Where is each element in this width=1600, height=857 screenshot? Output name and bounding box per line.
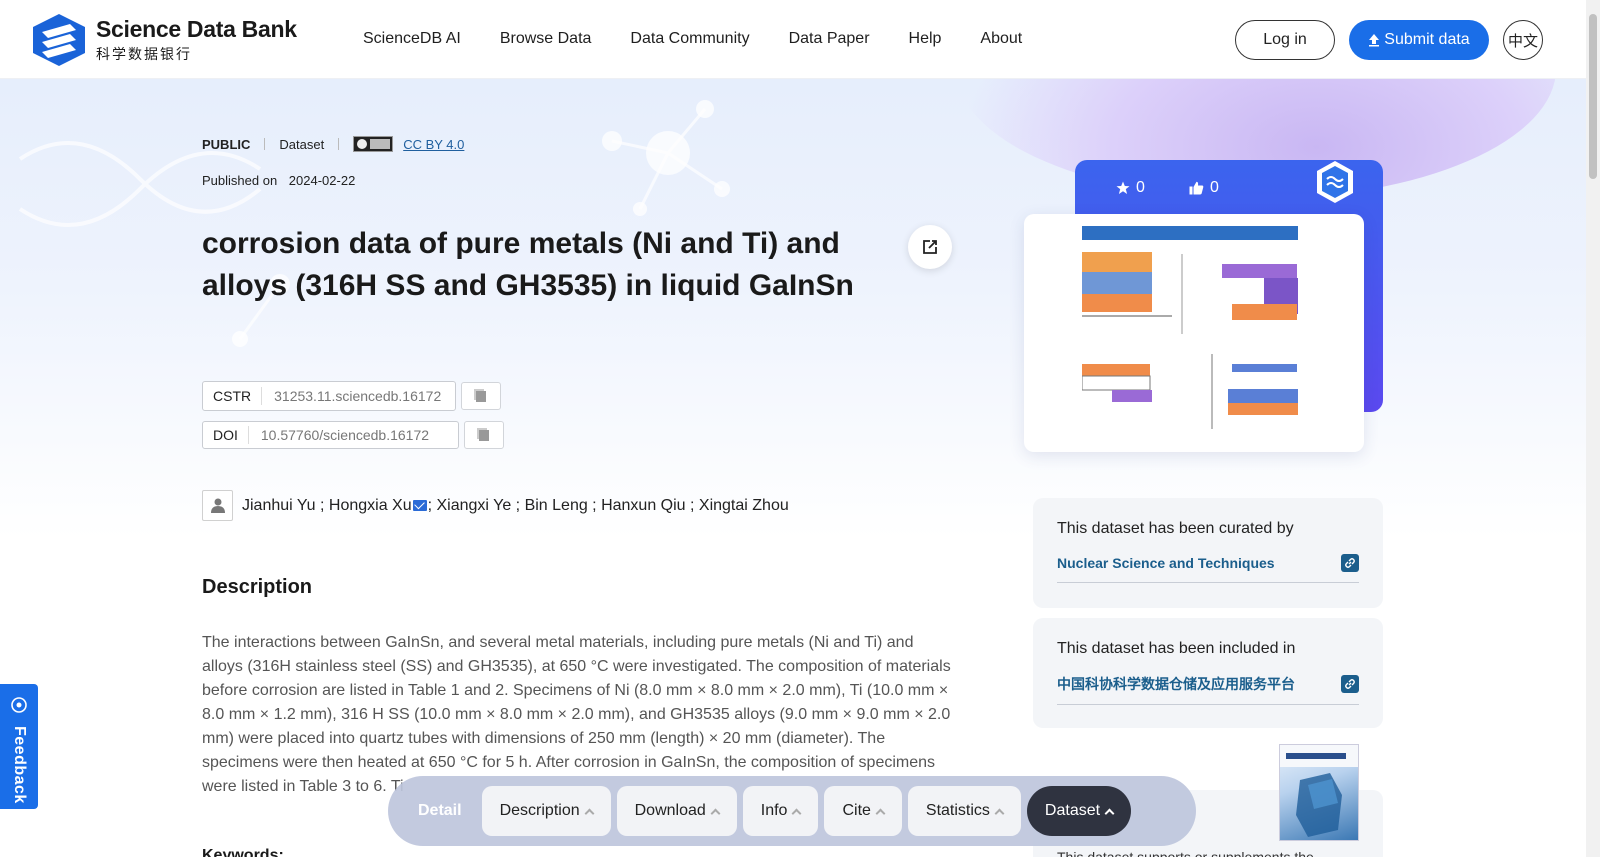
cc-license-icon: [353, 136, 394, 152]
share-button[interactable]: [908, 225, 952, 269]
authors-list-b[interactable]: ; Xiangxi Ye ; Bin Leng ; Hanxun Qiu ; X…: [428, 497, 789, 515]
dataset-title: corrosion data of pure metals (Ni and Ti…: [202, 227, 854, 302]
published-date-value: 2024-02-22: [288, 173, 356, 188]
language-toggle[interactable]: 中文: [1503, 20, 1543, 60]
link-icon[interactable]: [1341, 554, 1359, 572]
copy-icon: [479, 429, 489, 441]
tab-download-label: Download: [634, 802, 706, 819]
copy-icon: [476, 390, 486, 402]
chevron-up-icon: [792, 808, 802, 818]
feedback-tab[interactable]: Feedback: [0, 684, 38, 809]
chevron-up-icon: [584, 808, 595, 818]
tab-description-label: Description: [499, 802, 580, 819]
chevron-up-icon: [1104, 808, 1115, 818]
link-icon[interactable]: [1341, 675, 1359, 693]
submit-data-label: Submit data: [1384, 31, 1470, 48]
mail-icon[interactable]: [412, 500, 427, 511]
detail-tab-bar: Detail Description Download Info Cite St…: [388, 776, 1196, 846]
included-in-title: This dataset has been included in: [1057, 640, 1296, 657]
dataset-meta: PUBLIC Dataset CC BY 4.0: [202, 136, 464, 152]
dataset-type: Dataset: [279, 136, 325, 152]
cstr-label: CSTR: [203, 387, 263, 405]
thumbs-up-icon: [1189, 181, 1204, 195]
like-count-value: 0: [1210, 179, 1219, 196]
license-link[interactable]: CC BY 4.0: [403, 137, 464, 152]
star-count[interactable]: 0: [1116, 179, 1145, 197]
supports-text: This dataset supports or supplements the: [1057, 849, 1314, 857]
nav-data-community[interactable]: Data Community: [630, 30, 749, 48]
person-icon: [202, 490, 233, 521]
description-text: The interactions between GaInSn, and sev…: [202, 634, 951, 795]
feedback-label: Feedback: [11, 726, 28, 804]
chevron-up-icon: [710, 808, 721, 818]
doi-value: 10.57760/sciencedb.16172: [260, 427, 430, 443]
logo-subtitle: 科学数据银行: [96, 46, 192, 62]
journal-cover-art: [1280, 745, 1358, 837]
verified-shield-icon: [1317, 161, 1353, 203]
external-share-icon: [923, 240, 937, 254]
cover-figure-thumbnail: [1082, 224, 1302, 434]
chevron-up-icon: [994, 808, 1005, 818]
tab-cite-label: Cite: [842, 802, 871, 819]
description-heading: Description: [202, 576, 313, 598]
tab-download[interactable]: Download: [616, 786, 737, 836]
submit-data-button[interactable]: Submit data: [1349, 20, 1489, 60]
like-count[interactable]: 0: [1189, 179, 1219, 197]
star-icon: [1116, 181, 1130, 194]
curated-by-card: This dataset has been curated by Nuclear…: [1033, 498, 1383, 608]
doi-field: DOI 10.57760/sciencedb.16172: [202, 421, 459, 449]
tab-dataset[interactable]: Dataset: [1026, 786, 1132, 836]
dataset-cover-image[interactable]: [1024, 214, 1364, 452]
divider: [338, 138, 340, 150]
included-in-card: This dataset has been included in 中国科协科学…: [1033, 618, 1383, 728]
scrollbar-thumb[interactable]: [1589, 14, 1597, 179]
keywords-label: Keywords:: [202, 847, 284, 857]
authors-row: Jianhui Yu ; Hongxia Xu ; Xiangxi Ye ; B…: [202, 490, 789, 521]
access-badge: PUBLIC: [202, 136, 251, 152]
nav-browse-data[interactable]: Browse Data: [500, 30, 592, 48]
tab-dataset-label: Dataset: [1044, 802, 1101, 819]
copy-cstr-button[interactable]: [461, 382, 501, 410]
authors-list-a[interactable]: Jianhui Yu ; Hongxia Xu: [242, 497, 412, 515]
site-header: Science Data Bank 科学数据银行 ScienceDB AI Br…: [0, 0, 1586, 79]
feedback-icon: [11, 697, 27, 713]
divider: [264, 138, 266, 150]
nav-help[interactable]: Help: [909, 30, 942, 48]
tab-statistics[interactable]: Statistics: [907, 786, 1021, 836]
tab-info-label: Info: [760, 802, 788, 819]
included-in-link[interactable]: 中国科协科学数据仓储及应用服务平台: [1057, 674, 1295, 694]
tab-cite[interactable]: Cite: [824, 786, 902, 836]
tab-info[interactable]: Info: [742, 786, 819, 836]
chevron-up-icon: [875, 808, 886, 818]
doi-label: DOI: [203, 426, 249, 444]
nav-about[interactable]: About: [980, 30, 1022, 48]
tab-description[interactable]: Description: [481, 786, 611, 836]
upload-icon: [1369, 34, 1380, 47]
published-date: Published on 2024-02-22: [202, 173, 355, 188]
nav-data-paper[interactable]: Data Paper: [789, 30, 870, 48]
main-nav: ScienceDB AI Browse Data Data Community …: [363, 30, 1061, 48]
science-data-bank-logo-icon: [33, 14, 85, 66]
nav-sciencedb-ai[interactable]: ScienceDB AI: [363, 30, 461, 48]
cstr-value: 31253.11.sciencedb.16172: [274, 388, 442, 404]
journal-cover-image[interactable]: [1279, 744, 1359, 841]
tab-statistics-label: Statistics: [925, 802, 990, 819]
copy-doi-button[interactable]: [464, 421, 504, 449]
published-label: Published on: [202, 173, 278, 188]
curated-by-link[interactable]: Nuclear Science and Techniques: [1057, 555, 1275, 571]
tab-detail-label: Detail: [418, 802, 462, 819]
curated-by-title: This dataset has been curated by: [1057, 520, 1294, 537]
star-count-value: 0: [1136, 179, 1145, 196]
login-button[interactable]: Log in: [1235, 20, 1335, 60]
site-logo[interactable]: Science Data Bank 科学数据银行: [30, 12, 297, 68]
logo-title: Science Data Bank: [96, 16, 297, 42]
cstr-field: CSTR 31253.11.sciencedb.16172: [202, 381, 456, 411]
